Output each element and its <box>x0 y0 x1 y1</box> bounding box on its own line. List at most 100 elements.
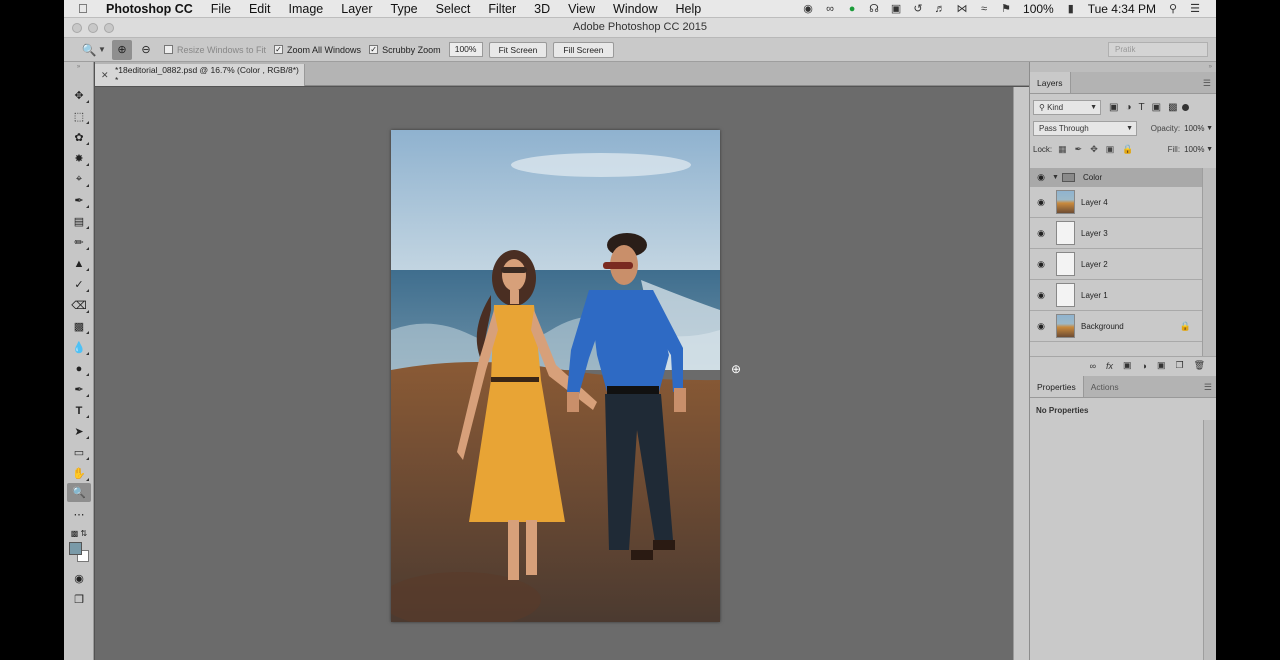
canvas-vertical-scrollbar[interactable] <box>1013 87 1029 660</box>
blend-mode-select[interactable]: Pass Through ▼ <box>1033 121 1137 136</box>
visibility-eye-icon[interactable]: ◉ <box>1030 228 1052 239</box>
battery-percent[interactable]: 100% <box>1017 2 1060 16</box>
menu-view[interactable]: View <box>559 2 604 16</box>
tab-actions[interactable]: Actions <box>1084 376 1126 397</box>
pen-tool-icon[interactable]: ✒ <box>67 380 91 399</box>
flag-icon[interactable]: ⚑ <box>995 2 1017 15</box>
wifi-icon[interactable]: ≈ <box>973 3 995 15</box>
layer-row[interactable]: ◉ Layer 3 <box>1030 218 1203 249</box>
visibility-eye-icon[interactable]: ◉ <box>1030 197 1052 208</box>
layer-style-fx-icon[interactable]: fx <box>1106 361 1113 371</box>
menu-filter[interactable]: Filter <box>479 2 525 16</box>
crop-tool-icon[interactable]: ⌖ <box>67 170 91 189</box>
dock-grip-icon[interactable]: » <box>1030 62 1216 72</box>
adjustment-layer-icon[interactable]: ◑ <box>1142 361 1147 371</box>
add-mask-icon[interactable]: ▣ <box>1123 360 1132 371</box>
adjustment-filter-icon[interactable]: ◑ <box>1125 102 1131 113</box>
lasso-tool-icon[interactable]: ✿ <box>67 128 91 147</box>
foreground-color-swatch[interactable] <box>69 542 82 555</box>
headphones-icon[interactable]: ☊ <box>863 2 885 15</box>
layer-row[interactable]: ◉ Layer 1 <box>1030 280 1203 311</box>
default-colors-icon[interactable]: ▩ ⇅ <box>67 524 91 543</box>
visibility-eye-icon[interactable]: ◉ <box>1030 321 1052 332</box>
history-brush-tool-icon[interactable]: ✓ <box>67 275 91 294</box>
blur-tool-icon[interactable]: 💧 <box>67 338 91 357</box>
opacity-caret-icon[interactable]: ▼ <box>1206 125 1213 132</box>
filter-toggle-icon[interactable] <box>1181 104 1189 111</box>
menu-3d[interactable]: 3D <box>525 2 559 16</box>
lock-transparent-icon[interactable]: ▦ <box>1058 144 1067 155</box>
new-group-icon[interactable]: ▣ <box>1157 360 1166 371</box>
fill-input[interactable]: 100% <box>1184 145 1206 154</box>
panel-grip-icon[interactable]: » <box>64 62 93 72</box>
resize-windows-checkbox[interactable]: Resize Windows to Fit <box>164 45 266 55</box>
zoom-in-icon[interactable]: ⊕ <box>112 39 132 60</box>
layer-row-group[interactable]: ◉ ▼ Color <box>1030 168 1203 187</box>
zoom-percent-button[interactable]: 100% <box>448 42 483 57</box>
zoom-out-icon[interactable]: ⊖ <box>136 40 156 60</box>
record-icon[interactable]: ◉ <box>797 2 819 15</box>
clock[interactable]: Tue 4:34 PM <box>1082 2 1162 16</box>
tab-layers[interactable]: Layers <box>1030 72 1071 93</box>
visibility-eye-icon[interactable]: ◉ <box>1030 290 1052 301</box>
gradient-tool-icon[interactable]: ▩ <box>67 317 91 336</box>
apple-icon[interactable]:  <box>78 1 100 16</box>
hand-tool-icon[interactable]: ✋ <box>67 464 91 483</box>
close-document-icon[interactable]: ✕ <box>101 70 115 81</box>
menu-window[interactable]: Window <box>604 2 666 16</box>
lock-artboard-icon[interactable]: ▣ <box>1106 144 1115 155</box>
zoom-tool-preset-icon[interactable]: 🔍 <box>80 41 98 59</box>
layers-scrollbar[interactable] <box>1202 168 1216 356</box>
tab-properties[interactable]: Properties <box>1030 376 1084 397</box>
link-layers-icon[interactable]: ∞ <box>1090 361 1096 371</box>
properties-panel-menu-icon[interactable]: ☰ <box>1204 382 1212 393</box>
scrubby-zoom-checkbox[interactable]: ✓ Scrubby Zoom <box>369 45 441 55</box>
eyedropper-tool-icon[interactable]: ✒ <box>67 191 91 210</box>
volume-icon[interactable]: ♬ <box>929 3 951 15</box>
spotlight-search-icon[interactable]: ⚲ <box>1162 2 1184 15</box>
lock-pixels-icon[interactable]: ✒ <box>1075 144 1083 155</box>
rectangle-tool-icon[interactable]: ▭ <box>67 443 91 462</box>
lock-position-icon[interactable]: ✥ <box>1090 144 1098 155</box>
expand-group-icon[interactable]: ▼ <box>1052 174 1060 181</box>
fill-caret-icon[interactable]: ▼ <box>1206 146 1213 153</box>
creative-cloud-icon[interactable]: ∞ <box>819 3 841 15</box>
type-tool-icon[interactable]: T <box>67 401 91 420</box>
menu-layer[interactable]: Layer <box>332 2 381 16</box>
document-tab[interactable]: ✕ *18editorial_0882.psd @ 16.7% (Color ,… <box>95 64 305 86</box>
zoom-all-windows-checkbox[interactable]: ✓ Zoom All Windows <box>274 45 361 55</box>
layers-panel-menu-icon[interactable]: ☰ <box>1203 78 1211 89</box>
layer-row-background[interactable]: ◉ Background 🔒 <box>1030 311 1203 342</box>
marquee-tool-icon[interactable]: ⬚ <box>67 107 91 126</box>
layer-row[interactable]: ◉ Layer 4 <box>1030 187 1203 218</box>
fill-screen-button[interactable]: Fill Screen <box>553 41 614 58</box>
delete-layer-icon[interactable]: 🗑 <box>1194 360 1205 371</box>
shape-filter-icon[interactable]: ▣ <box>1152 102 1161 113</box>
filter-kind-select[interactable]: ⚲ Kind ▼ <box>1033 100 1101 115</box>
zoom-tool-icon[interactable]: 🔍 <box>67 483 91 502</box>
menu-app-name[interactable]: Photoshop CC <box>100 2 202 16</box>
bluetooth-icon[interactable]: ⋈ <box>951 2 973 15</box>
canvas-area[interactable]: ⊕ <box>95 87 1013 660</box>
healing-brush-tool-icon[interactable]: ▤ <box>67 212 91 231</box>
new-layer-icon[interactable]: ❐ <box>1175 360 1183 371</box>
display-icon[interactable]: ▣ <box>885 2 907 15</box>
layer-row[interactable]: ◉ Layer 2 <box>1030 249 1203 280</box>
menu-file[interactable]: File <box>202 2 240 16</box>
menu-select[interactable]: Select <box>427 2 480 16</box>
move-tool-icon[interactable]: ✥ <box>67 86 91 105</box>
brush-tool-icon[interactable]: ✏ <box>67 233 91 252</box>
smart-object-filter-icon[interactable]: ▩ <box>1168 102 1177 113</box>
menu-type[interactable]: Type <box>382 2 427 16</box>
dodge-tool-icon[interactable]: ● <box>67 359 91 378</box>
menu-image[interactable]: Image <box>280 2 333 16</box>
fit-screen-button[interactable]: Fit Screen <box>488 41 548 58</box>
document-image[interactable] <box>391 130 720 622</box>
workspace-select[interactable]: Pratik <box>1108 42 1208 57</box>
quick-selection-tool-icon[interactable]: ✸ <box>67 149 91 168</box>
notification-center-icon[interactable]: ☰ <box>1184 2 1206 15</box>
opacity-input[interactable]: 100% <box>1184 124 1206 133</box>
visibility-eye-icon[interactable]: ◉ <box>1030 172 1052 183</box>
path-selection-tool-icon[interactable]: ➤ <box>67 422 91 441</box>
eraser-tool-icon[interactable]: ⌫ <box>67 296 91 315</box>
